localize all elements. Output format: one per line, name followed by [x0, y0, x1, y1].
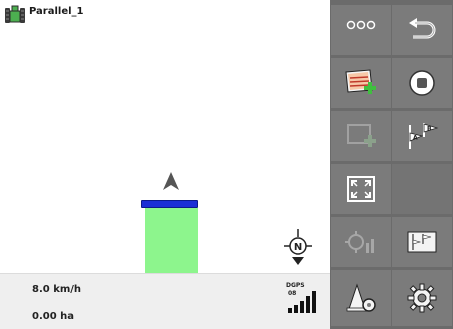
machine-settings-button[interactable]	[331, 270, 391, 326]
empty-slot	[392, 164, 452, 214]
guidance-lines-button[interactable]	[392, 217, 452, 267]
map-view[interactable]: Parallel_1 N	[0, 0, 330, 273]
svg-text:B: B	[427, 126, 432, 133]
gear-icon	[407, 283, 437, 313]
gps-type-label: DGPS	[286, 282, 305, 289]
settings-button[interactable]	[392, 270, 452, 326]
ab-map-icon	[407, 231, 437, 253]
ab-flag-icon: A B	[409, 123, 439, 149]
back-arrow-icon	[409, 18, 436, 39]
add-field-boundary-button[interactable]	[331, 58, 391, 108]
field-title: Parallel_1	[29, 6, 84, 17]
headland-add-icon	[347, 124, 376, 147]
cone-gear-icon	[346, 283, 376, 312]
back-button[interactable]	[392, 5, 452, 55]
north-compass-icon[interactable]: N	[283, 229, 313, 269]
tractor-icon	[5, 5, 25, 23]
implement-boom	[141, 200, 198, 208]
vehicle-position-arrow-icon	[163, 172, 179, 190]
calibrate-gps-button[interactable]	[331, 217, 391, 267]
add-headland-button[interactable]	[331, 111, 391, 161]
more-dots-icon	[346, 20, 376, 30]
stop-circle-icon	[409, 70, 435, 96]
header: Parallel_1	[4, 5, 84, 25]
svg-text:N: N	[294, 242, 302, 253]
worked-area	[145, 208, 198, 273]
svg-text:A: A	[413, 135, 418, 142]
gps-drift-icon	[345, 231, 374, 253]
speed-value: 8.0 km/h	[32, 284, 82, 295]
more-button[interactable]	[331, 5, 391, 55]
gps-signal-icon	[288, 291, 316, 313]
fullscreen-button[interactable]	[331, 164, 391, 214]
record-button[interactable]	[392, 58, 452, 108]
set-ab-line-button[interactable]: A B	[392, 111, 452, 161]
expand-icon	[347, 176, 375, 202]
status-bar: 8.0 km/h 0.00 ha DGPS 08	[0, 273, 330, 329]
button-panel: A B	[330, 0, 453, 329]
field-add-icon	[345, 69, 376, 94]
area-value: 0.00 ha	[32, 311, 75, 322]
